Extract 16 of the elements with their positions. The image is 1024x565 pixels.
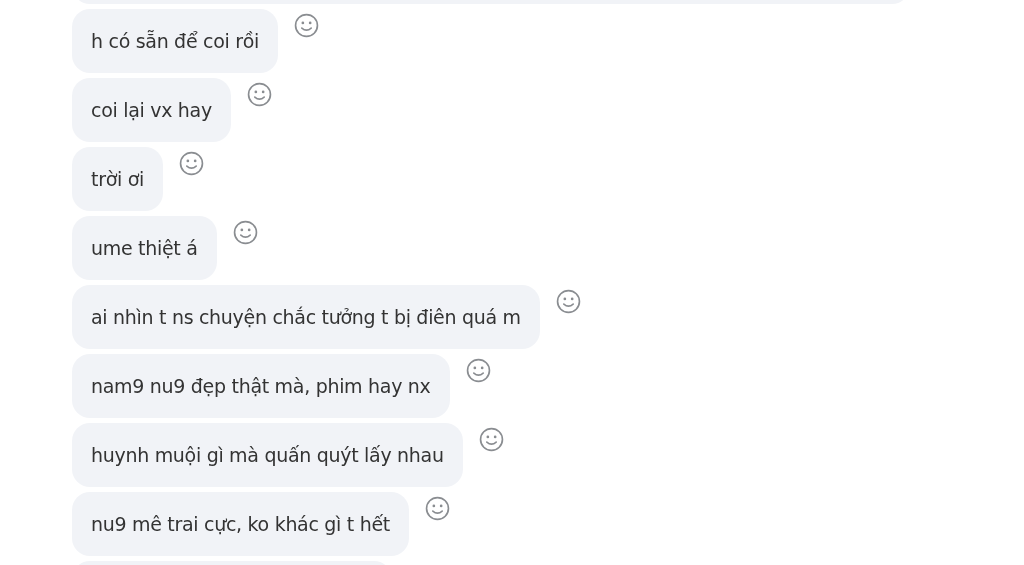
message-bubble: ume thiệt á (72, 216, 217, 280)
smiley-icon[interactable] (179, 151, 204, 176)
smiley-icon[interactable] (294, 13, 319, 38)
message-bubble: h có sẵn để coi rồi (72, 9, 278, 73)
message-bubble: nu9 mê trai cực, ko khác gì t hết (72, 492, 409, 556)
smiley-icon[interactable] (555, 289, 581, 314)
message-bubble: nam9 nu9 đẹp thật mà, phim hay nx (72, 354, 450, 418)
message-bubble: coi lại vx hay (72, 78, 231, 142)
smiley-icon[interactable] (478, 427, 504, 452)
message-bubble: huynh muội gì mà quấn quýt lấy nhau (72, 423, 463, 487)
smiley-icon[interactable] (246, 82, 272, 107)
smiley-icon[interactable] (425, 496, 450, 521)
smiley-icon[interactable] (465, 358, 491, 383)
message-bubble: trời ơi (72, 147, 163, 211)
message-bubble: ai nhìn t ns chuyện chắc tưởng t bị điên quá m (72, 285, 540, 349)
smiley-icon[interactable] (232, 220, 258, 245)
